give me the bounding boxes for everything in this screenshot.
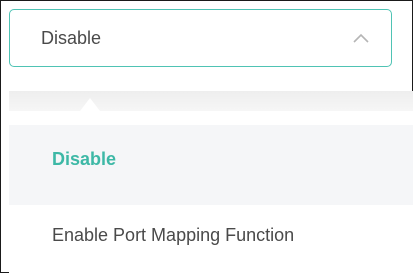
select-current-value: Disable bbox=[41, 28, 102, 48]
dropdown-menu: Disable Enable Port Mapping Function bbox=[9, 111, 413, 273]
screenshot-frame: Disable Disable Enable Port Mapping Func… bbox=[0, 0, 413, 273]
chevron-up-icon[interactable] bbox=[353, 32, 369, 44]
port-mapping-select[interactable]: Disable bbox=[9, 9, 392, 67]
dropdown-pointer bbox=[80, 98, 100, 111]
option-disable[interactable]: Disable bbox=[9, 125, 413, 205]
option-enable-port-mapping[interactable]: Enable Port Mapping Function bbox=[9, 205, 413, 265]
dropdown-shadow bbox=[9, 91, 413, 113]
